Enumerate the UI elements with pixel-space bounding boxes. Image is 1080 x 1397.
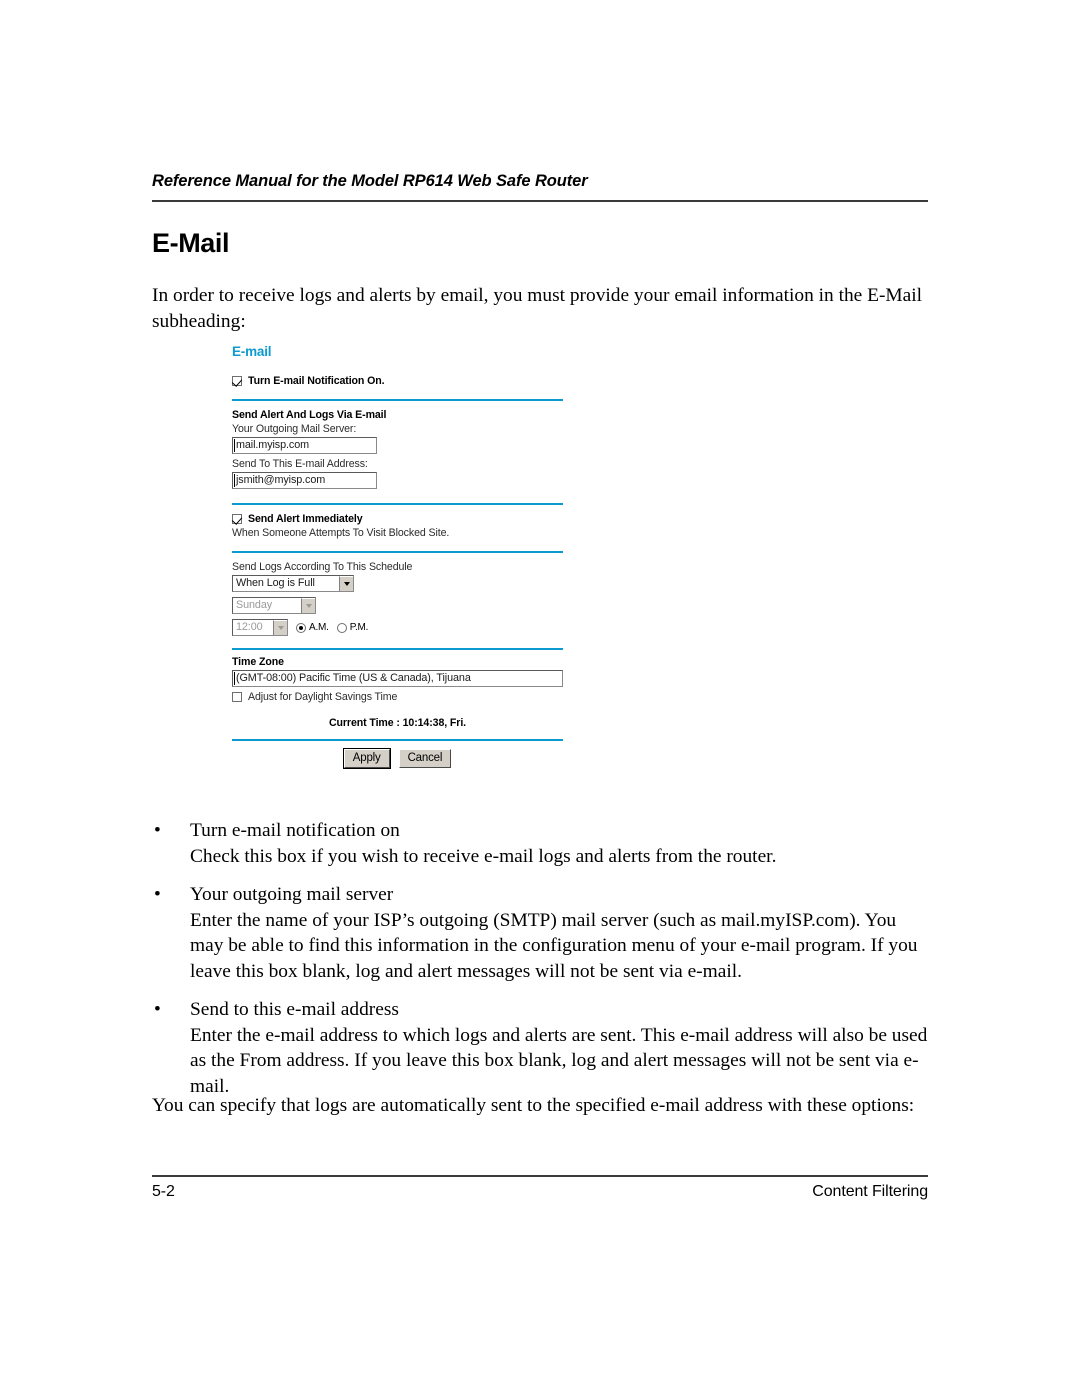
bullet-list: • Turn e-mail notification on Check this… <box>152 818 930 1112</box>
schedule-day-select[interactable]: Sunday <box>232 597 316 615</box>
time-zone-select[interactable]: (GMT-08:00) Pacific Time (US & Canada), … <box>232 670 563 687</box>
bullet-term: Send to this e-mail address <box>190 999 399 1020</box>
cancel-button[interactable]: Cancel <box>398 749 452 768</box>
bullet-description: Enter the name of your ISP’s outgoing (S… <box>190 909 918 982</box>
turn-email-notification-label: Turn E-mail Notification On. <box>248 375 385 387</box>
meridiem-pm-option[interactable]: P.M. <box>336 622 369 633</box>
document-page: Reference Manual for the Model RP614 Web… <box>0 0 1080 1397</box>
page-footer: 5-2 Content Filtering <box>152 1183 928 1201</box>
list-item: • Your outgoing mail server Enter the na… <box>152 882 930 984</box>
router-ui-screenshot: E-mail Turn E-mail Notification On. Send… <box>232 344 564 769</box>
send-alert-immediately-checkbox[interactable] <box>232 514 242 524</box>
meridiem-am-radio[interactable] <box>296 622 306 633</box>
meridiem-pm-radio[interactable] <box>336 622 347 633</box>
schedule-time-select[interactable]: 12:00 <box>232 619 288 636</box>
meridiem-am-option[interactable]: A.M. <box>296 622 329 633</box>
turn-email-notification-checkbox[interactable] <box>232 376 242 386</box>
recipient-email-label: Send To This E-mail Address: <box>232 458 368 470</box>
turn-email-notification-row[interactable]: Turn E-mail Notification On. <box>232 375 564 387</box>
apply-button[interactable]: Apply <box>342 748 391 769</box>
chevron-down-icon[interactable] <box>339 576 353 592</box>
page-title: E-Mail <box>152 228 230 258</box>
send-alert-logs-heading: Send Alert And Logs Via E-mail <box>232 409 387 421</box>
form-button-row: Apply Cancel <box>232 748 563 769</box>
chevron-down-icon[interactable] <box>273 620 287 635</box>
send-alert-immediately-section: Send Alert Immediately When Someone Atte… <box>232 513 564 539</box>
daylight-savings-row[interactable]: Adjust for Daylight Savings Time <box>232 691 564 703</box>
list-item: • Turn e-mail notification on Check this… <box>152 818 930 869</box>
time-zone-heading: Time Zone <box>232 656 284 668</box>
schedule-section: Send Logs According To This Schedule Whe… <box>232 561 564 636</box>
header-rule <box>152 200 928 202</box>
closing-paragraph: You can specify that logs are automatica… <box>152 1095 915 1116</box>
send-alert-logs-section: Send Alert And Logs Via E-mail Your Outg… <box>232 409 564 489</box>
meridiem-am-label: A.M. <box>309 622 329 633</box>
list-item: • Send to this e-mail address Enter the … <box>152 997 930 1099</box>
bullet-description: Enter the e-mail address to which logs a… <box>190 1024 928 1097</box>
bullet-description: Check this box if you wish to receive e-… <box>190 845 777 867</box>
schedule-frequency-value: When Log is Full <box>236 577 315 590</box>
send-alert-immediately-label: Send Alert Immediately <box>248 513 363 525</box>
schedule-day-value: Sunday <box>236 599 273 612</box>
running-header: Reference Manual for the Model RP614 Web… <box>152 172 928 191</box>
bullet-term: Your outgoing mail server <box>190 884 394 905</box>
daylight-savings-checkbox[interactable] <box>232 692 242 702</box>
router-ui-title: E-mail <box>232 344 272 359</box>
recipient-email-input[interactable]: jsmith@myisp.com <box>232 472 377 489</box>
time-zone-section: Time Zone (GMT-08:00) Pacific Time (US &… <box>232 656 564 703</box>
footer-rule <box>152 1175 928 1177</box>
send-alert-immediately-sublabel: When Someone Attempts To Visit Blocked S… <box>232 527 450 539</box>
daylight-savings-label: Adjust for Daylight Savings Time <box>248 691 398 703</box>
running-header-title: Reference Manual for the Model RP614 Web… <box>152 172 588 190</box>
bullet-icon: • <box>154 884 161 905</box>
bullet-icon: • <box>154 820 161 841</box>
schedule-time-row: 12:00 A.M. P.M. <box>232 619 564 636</box>
chevron-down-icon[interactable] <box>301 598 315 614</box>
outgoing-mail-server-input[interactable]: mail.myisp.com <box>232 437 377 454</box>
schedule-label: Send Logs According To This Schedule <box>232 561 413 573</box>
intro-paragraph: In order to receive logs and alerts by e… <box>152 285 923 332</box>
meridiem-pm-label: P.M. <box>349 622 369 633</box>
bullet-icon: • <box>154 999 161 1020</box>
footer-chapter: Content Filtering <box>812 1183 928 1200</box>
current-time-text: Current Time : 10:14:38, Fri. <box>328 717 467 729</box>
footer-page-number: 5-2 <box>152 1183 175 1200</box>
send-alert-immediately-row[interactable]: Send Alert Immediately <box>232 513 564 525</box>
schedule-time-value: 12:00 <box>236 621 263 633</box>
outgoing-mail-server-label: Your Outgoing Mail Server: <box>232 423 357 435</box>
bullet-term: Turn e-mail notification on <box>190 820 400 841</box>
schedule-frequency-select[interactable]: When Log is Full <box>232 575 354 593</box>
